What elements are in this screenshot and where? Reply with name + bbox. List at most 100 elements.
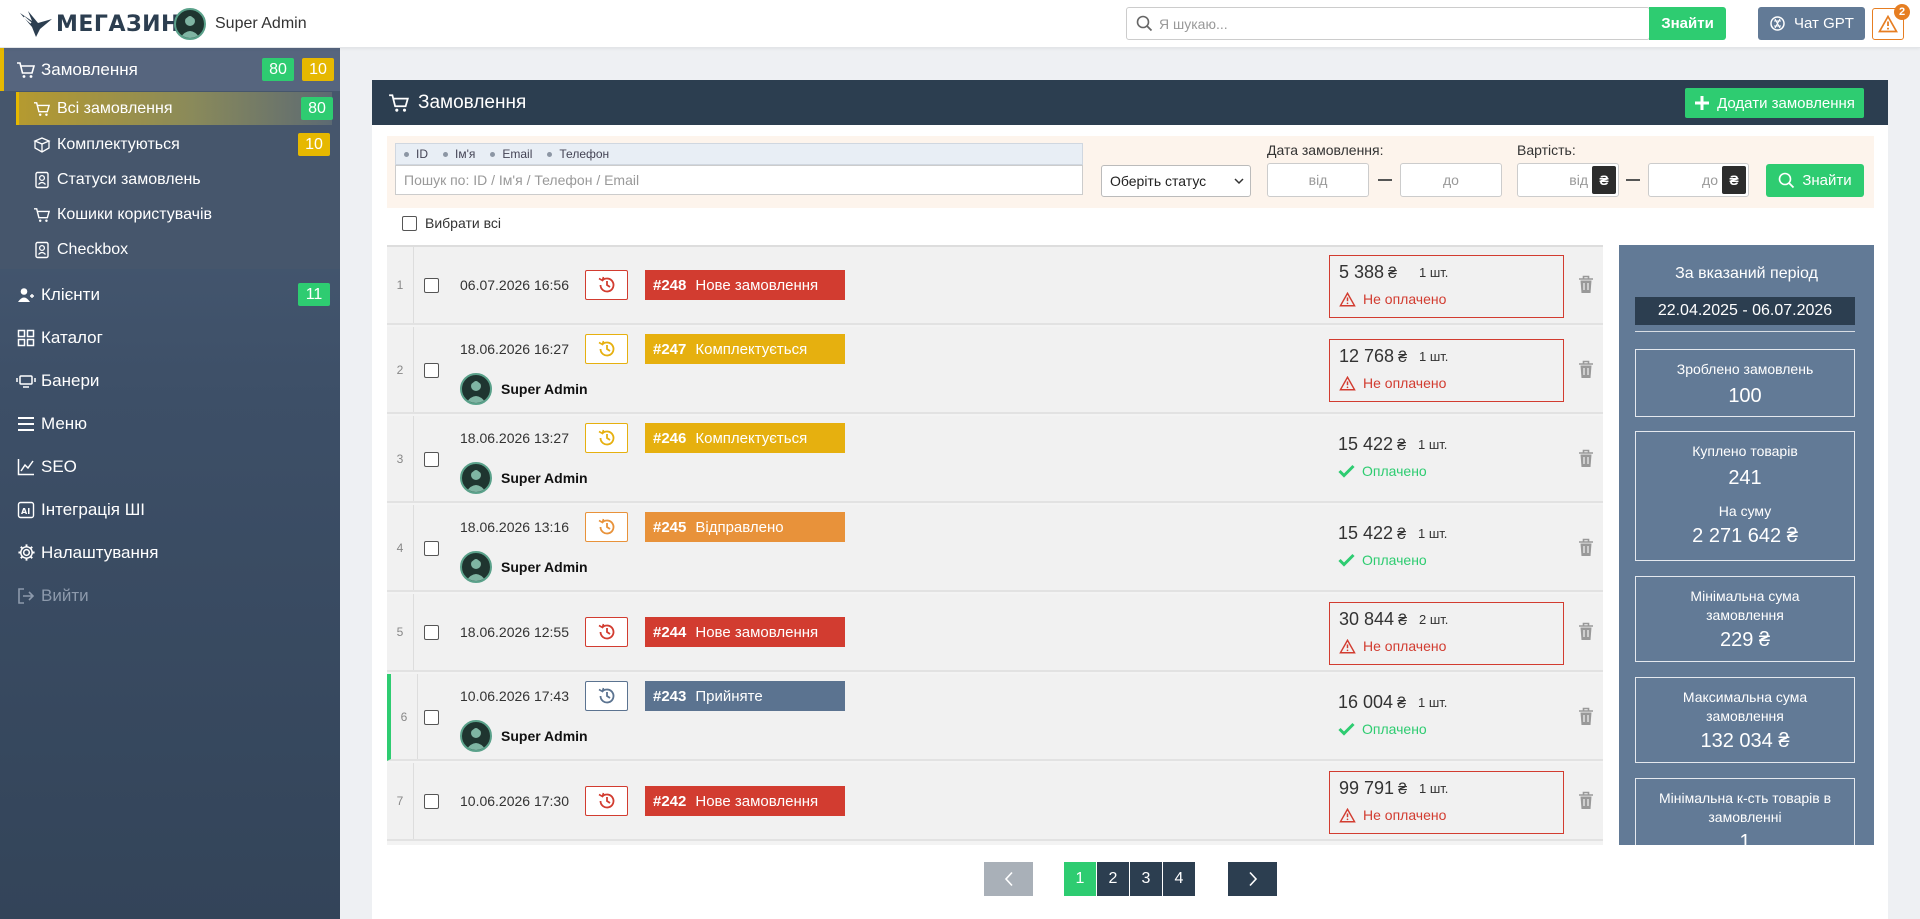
select-all-checkbox[interactable] [402, 215, 417, 231]
history-icon [598, 792, 614, 809]
sidebar-item-label: Налаштування [41, 542, 159, 562]
order-history-button[interactable] [585, 423, 628, 453]
order-payment-box: 15 422 ₴ 1 шт. Оплачено [1329, 517, 1564, 580]
delete-icon[interactable] [1578, 622, 1594, 641]
stats-title: За вказаний період [1675, 265, 1818, 282]
search-input[interactable] [1159, 8, 1639, 39]
pagination-next-button[interactable] [1228, 862, 1277, 896]
order-status-badge[interactable]: #247 Комплектується [645, 334, 845, 364]
sidebar-subitem-checkbox[interactable]: Checkbox [16, 233, 332, 266]
sidebar-item-settings[interactable]: Налаштування [0, 531, 340, 574]
pagination-prev-button[interactable] [984, 862, 1033, 896]
delete-icon[interactable] [1578, 275, 1594, 294]
order-status-label: Комплектується [695, 340, 808, 358]
chat-gpt-label: Чат GPT [1794, 15, 1854, 32]
pagination-page[interactable]: 2 [1097, 862, 1129, 896]
logo-bird-icon [20, 11, 52, 37]
menu-icon [15, 413, 37, 435]
sidebar-item-seo[interactable]: SEO [0, 445, 340, 488]
stat-label: На суму [1718, 503, 1772, 519]
row-checkbox[interactable] [424, 541, 439, 556]
badge-icon [32, 240, 52, 260]
sidebar-subitem-order-statuses[interactable]: Статуси замовлень [16, 163, 332, 196]
banner-icon [15, 370, 37, 392]
sidebar-item-banners[interactable]: Банери [0, 359, 340, 402]
order-status-badge[interactable]: #245 Відправлено [645, 512, 845, 542]
add-order-button[interactable]: Додати замовлення [1685, 88, 1864, 118]
order-id: #245 [653, 518, 687, 536]
row-checkbox[interactable] [424, 625, 439, 640]
amount-value: 15 422 [1338, 434, 1394, 454]
stat-value: 241 [1728, 467, 1762, 489]
table-row[interactable]: 7 10.06.2026 17:30 #242 Нове замовлення 9… [387, 763, 1603, 841]
order-status-badge[interactable]: #243 Прийняте [645, 681, 845, 711]
stats-divider [1635, 331, 1855, 332]
sidebar-item-menu[interactable]: Меню [0, 402, 340, 445]
row-checkbox[interactable] [424, 452, 439, 467]
sidebar-item-catalog[interactable]: Каталог [0, 316, 340, 359]
avatar [460, 551, 492, 583]
order-status-badge[interactable]: #248 Нове замовлення [645, 270, 845, 300]
order-manager: Super Admin [460, 720, 588, 752]
order-status-badge[interactable]: #246 Комплектується [645, 423, 845, 453]
delete-icon[interactable] [1578, 707, 1594, 726]
table-row[interactable]: 6 10.06.2026 17:43 #243 Прийняте Super Ad… [387, 674, 1603, 761]
table-row[interactable]: 5 18.06.2026 12:55 #244 Нове замовлення 3… [387, 594, 1603, 672]
sidebar-item-logout[interactable]: Вийти [0, 574, 340, 617]
row-checkbox[interactable] [424, 710, 439, 725]
order-date: 06.07.2026 16:56 [460, 277, 569, 293]
row-checkbox[interactable] [424, 278, 439, 293]
select-all[interactable]: Вибрати всі [402, 215, 501, 231]
pagination-page[interactable]: 1 [1064, 862, 1096, 896]
stat-orders-made: Зроблено замовлень 100 [1635, 349, 1855, 417]
order-status-label: Нове замовлення [695, 792, 819, 810]
delete-icon[interactable] [1578, 538, 1594, 557]
order-status-badge[interactable]: #242 Нове замовлення [645, 786, 845, 816]
order-qty: 1 шт. [1418, 526, 1448, 541]
currency-sign: ₴ [1398, 781, 1407, 798]
order-history-button[interactable] [585, 617, 628, 647]
row-checkbox[interactable] [424, 363, 439, 378]
row-checkbox[interactable] [424, 794, 439, 809]
warning-icon [1339, 291, 1356, 306]
order-date: 18.06.2026 13:27 [460, 430, 569, 446]
order-history-button[interactable] [585, 512, 628, 542]
order-history-button[interactable] [585, 786, 628, 816]
alerts-button[interactable]: 2 [1872, 4, 1910, 40]
order-history-button[interactable] [585, 334, 628, 364]
admin-profile[interactable]: Super Admin [174, 8, 307, 40]
logo[interactable]: МЕГАЗИН [18, 9, 180, 39]
sidebar-item-orders[interactable]: Замовлення 80 10 [0, 48, 340, 91]
order-manager: Super Admin [460, 462, 588, 494]
order-history-button[interactable] [585, 681, 628, 711]
check-icon [1338, 464, 1355, 478]
table-row[interactable]: 2 18.06.2026 16:27 #247 Комплектується Su… [387, 327, 1603, 414]
delete-icon[interactable] [1578, 360, 1594, 379]
stat-label: Мінімальна сума замовлення [1690, 588, 1800, 623]
currency-sign: ₴ [1397, 526, 1406, 543]
stat-max-order-sum: Максимальна сума замовлення 132 034 ₴ [1635, 677, 1855, 763]
delete-icon[interactable] [1578, 449, 1594, 468]
sidebar-subitem-assembling[interactable]: Комплектуються 10 [16, 128, 332, 161]
table-row[interactable]: 1 06.07.2026 16:56 #248 Нове замовлення 5… [387, 247, 1603, 325]
payment-status: Не оплачено [1339, 291, 1446, 307]
table-row[interactable]: 3 18.06.2026 13:27 #246 Комплектується Su… [387, 416, 1603, 503]
order-qty: 1 шт. [1418, 695, 1448, 710]
sidebar-item-ai-integration[interactable]: AI Інтеграція ШІ [0, 488, 340, 531]
order-status-badge[interactable]: #244 Нове замовлення [645, 617, 845, 647]
pagination-page[interactable]: 3 [1130, 862, 1162, 896]
sidebar-item-clients[interactable]: Клієнти 11 [0, 273, 340, 316]
stat-value: 2 271 642 ₴ [1692, 525, 1798, 547]
filter-find-button[interactable]: Знайти [1766, 164, 1864, 197]
sidebar-subitem-all-orders[interactable]: Всі замовлення 80 [16, 92, 333, 125]
pagination-page[interactable]: 4 [1163, 862, 1195, 896]
sidebar-subitem-user-carts[interactable]: Кошики користувачів [16, 198, 332, 231]
filter-find-label: Знайти [1802, 172, 1852, 189]
price-label: Вартість: [1517, 142, 1576, 158]
delete-icon[interactable] [1578, 791, 1594, 810]
chat-gpt-button[interactable]: Чат GPT [1758, 7, 1865, 40]
order-history-button[interactable] [585, 270, 628, 300]
table-row[interactable]: 4 18.06.2026 13:16 #245 Відправлено Super… [387, 505, 1603, 592]
search-button[interactable]: Знайти [1649, 7, 1726, 40]
order-payment-box: 5 388 ₴ 1 шт. Не оплачено [1329, 255, 1564, 318]
